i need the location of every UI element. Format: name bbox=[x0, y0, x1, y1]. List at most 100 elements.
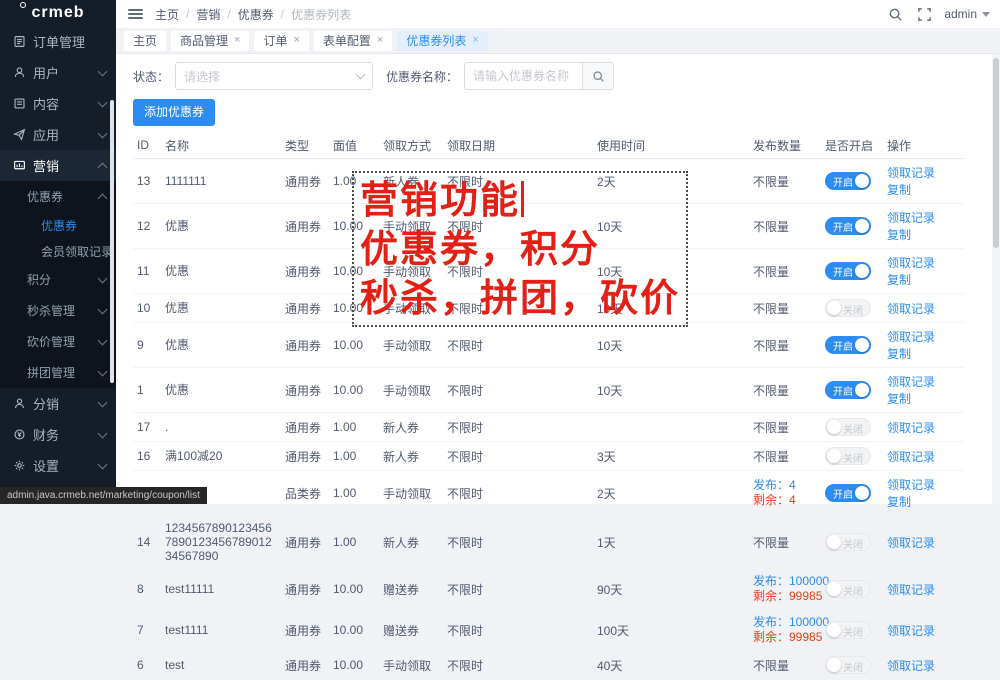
sidebar-item[interactable]: 会员领取记录 bbox=[0, 238, 116, 264]
close-icon[interactable]: × bbox=[472, 35, 478, 46]
claim-records-link[interactable]: 领取记录 bbox=[887, 478, 935, 492]
close-icon[interactable]: × bbox=[293, 35, 299, 46]
close-icon[interactable]: × bbox=[377, 35, 383, 46]
breadcrumb-item[interactable]: 营销 bbox=[196, 6, 220, 23]
open-tabs-bar: 主页商品管理×订单×表单配置×优惠券列表× bbox=[116, 28, 1000, 54]
toggle-knob bbox=[855, 486, 869, 500]
sidebar-item[interactable]: 营销 bbox=[0, 150, 116, 181]
cell-quantity: 发布：100000剩余：99985 bbox=[749, 569, 821, 610]
claim-records-link[interactable]: 领取记录 bbox=[887, 166, 935, 180]
enable-toggle[interactable]: 开启 bbox=[825, 217, 871, 235]
cell-value: 10.00 bbox=[329, 651, 379, 680]
copy-link[interactable]: 复制 bbox=[887, 273, 911, 287]
enable-toggle[interactable]: 关闭 bbox=[825, 580, 871, 598]
sidebar-item[interactable]: 内容 bbox=[0, 88, 116, 119]
claim-records-link[interactable]: 领取记录 bbox=[887, 302, 935, 316]
fullscreen-icon[interactable] bbox=[917, 7, 932, 22]
enable-toggle[interactable]: 开启 bbox=[825, 484, 871, 502]
tab-item[interactable]: 商品管理× bbox=[171, 31, 249, 51]
claim-records-link[interactable]: 领取记录 bbox=[887, 659, 935, 673]
copy-link[interactable]: 复制 bbox=[887, 228, 911, 242]
sidebar-item[interactable]: 应用 bbox=[0, 119, 116, 150]
claim-records-link[interactable]: 领取记录 bbox=[887, 450, 935, 464]
claim-records-link[interactable]: 领取记录 bbox=[887, 583, 935, 597]
enable-toggle[interactable]: 开启 bbox=[825, 262, 871, 280]
breadcrumb-item[interactable]: 主页 bbox=[155, 6, 179, 23]
remain-count: 剩余：99985 bbox=[753, 589, 817, 604]
cell-actions: 领取记录 bbox=[883, 413, 965, 442]
sidebar-item[interactable]: 秒杀管理 bbox=[0, 295, 116, 326]
cell-quantity: 不限量 bbox=[749, 516, 821, 569]
coupon-name-input[interactable] bbox=[464, 62, 582, 90]
cell-actions: 领取记录 bbox=[883, 516, 965, 569]
enable-toggle[interactable]: 开启 bbox=[825, 336, 871, 354]
annotation-line: 优惠券，积分 bbox=[360, 226, 686, 275]
coupon-name-input-group bbox=[464, 62, 614, 90]
status-select[interactable]: 请选择 bbox=[175, 62, 373, 90]
enable-toggle[interactable]: 开启 bbox=[825, 381, 871, 399]
breadcrumb-item[interactable]: 优惠券 bbox=[238, 6, 274, 23]
cell-type: 通用券 bbox=[281, 442, 329, 471]
sidebar-item[interactable]: 优惠券 bbox=[0, 181, 116, 212]
cell-toggle: 关闭 bbox=[821, 569, 883, 610]
search-icon[interactable] bbox=[888, 7, 903, 22]
enable-toggle[interactable]: 关闭 bbox=[825, 299, 871, 317]
copy-link[interactable]: 复制 bbox=[887, 347, 911, 361]
chevron-down-icon bbox=[98, 66, 108, 76]
cell-value: 10.00 bbox=[329, 610, 379, 651]
sidebar-item[interactable]: 积分 bbox=[0, 264, 116, 295]
sidebar-item-label: 秒杀管理 bbox=[27, 302, 75, 319]
chevron-up-icon bbox=[98, 162, 108, 172]
toggle-label: 开启 bbox=[833, 174, 853, 189]
sidebar-item[interactable]: 砍价管理 bbox=[0, 326, 116, 357]
enable-toggle[interactable]: 关闭 bbox=[825, 533, 871, 551]
tab-item[interactable]: 订单× bbox=[254, 31, 308, 51]
claim-records-link[interactable]: 领取记录 bbox=[887, 211, 935, 225]
sidebar-item[interactable]: 用户 bbox=[0, 57, 116, 88]
sidebar-item[interactable]: 订单管理 bbox=[0, 26, 116, 57]
cell-time: 10天 bbox=[593, 368, 749, 413]
user-menu[interactable]: admin bbox=[944, 7, 990, 21]
sidebar-item[interactable]: 拼团管理 bbox=[0, 357, 116, 388]
enable-toggle[interactable]: 关闭 bbox=[825, 418, 871, 436]
tab-item[interactable]: 主页 bbox=[124, 31, 166, 51]
copy-link[interactable]: 复制 bbox=[887, 495, 911, 509]
sidebar-scrollbar-thumb[interactable] bbox=[110, 100, 114, 383]
cell-toggle: 开启 bbox=[821, 159, 883, 204]
toggle-label: 关闭 bbox=[843, 421, 863, 436]
close-icon[interactable]: × bbox=[234, 35, 240, 46]
sidebar-item[interactable]: 设置 bbox=[0, 450, 116, 481]
cell-time: 2天 bbox=[593, 471, 749, 516]
enable-toggle[interactable]: 开启 bbox=[825, 172, 871, 190]
claim-records-link[interactable]: 领取记录 bbox=[887, 256, 935, 270]
tab-label: 表单配置 bbox=[323, 32, 371, 49]
claim-records-link[interactable]: 领取记录 bbox=[887, 624, 935, 638]
tab-active[interactable]: 优惠券列表× bbox=[397, 31, 487, 51]
claim-records-link[interactable]: 领取记录 bbox=[887, 421, 935, 435]
sidebar-item-label: 优惠券 bbox=[27, 188, 63, 205]
sidebar-item[interactable]: 分销 bbox=[0, 388, 116, 419]
claim-records-link[interactable]: 领取记录 bbox=[887, 375, 935, 389]
breadcrumb-separator: / bbox=[281, 7, 284, 21]
tab-item[interactable]: 表单配置 × bbox=[314, 31, 392, 51]
claim-records-link[interactable]: 领取记录 bbox=[887, 330, 935, 344]
search-button[interactable] bbox=[582, 62, 614, 90]
page-scrollbar[interactable] bbox=[992, 54, 1000, 504]
enable-toggle[interactable]: 关闭 bbox=[825, 621, 871, 639]
page-scrollbar-thumb[interactable] bbox=[993, 58, 999, 248]
copy-link[interactable]: 复制 bbox=[887, 392, 911, 406]
enable-toggle[interactable]: 关闭 bbox=[825, 656, 871, 674]
claim-records-link[interactable]: 领取记录 bbox=[887, 536, 935, 550]
add-coupon-button[interactable]: 添加优惠券 bbox=[133, 99, 215, 126]
cell-type: 品类券 bbox=[281, 471, 329, 516]
copy-link[interactable]: 复制 bbox=[887, 183, 911, 197]
sidebar-item[interactable]: 财务 bbox=[0, 419, 116, 450]
collapse-menu-icon[interactable] bbox=[128, 7, 143, 21]
column-header: 类型 bbox=[281, 132, 329, 159]
publish-count: 发布：100000 bbox=[753, 615, 817, 630]
cell-date: 不限时 bbox=[443, 323, 593, 368]
enable-toggle[interactable]: 关闭 bbox=[825, 447, 871, 465]
sidebar-item-active[interactable]: 优惠券 bbox=[0, 212, 116, 238]
cell-toggle: 开启 bbox=[821, 471, 883, 516]
app-send-icon bbox=[13, 128, 26, 141]
